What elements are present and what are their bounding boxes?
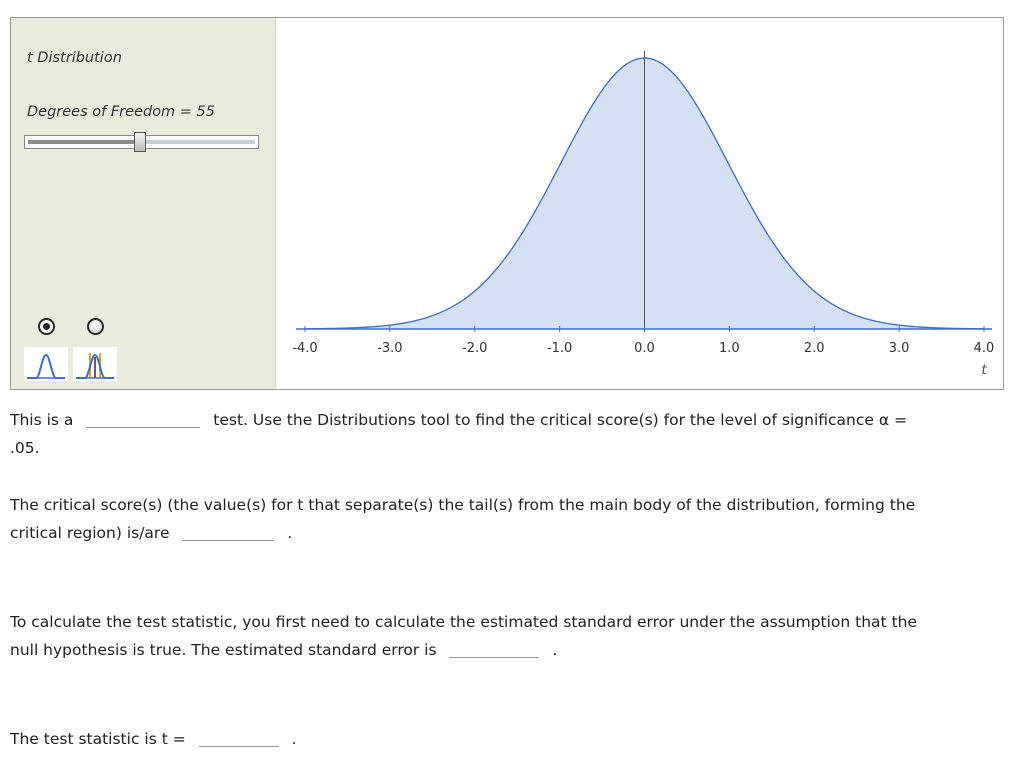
radio-critical-region[interactable] [87,318,104,335]
q1-line-2: .05. [10,439,40,457]
radio-single-curve[interactable] [38,318,55,335]
critical-score-answer-blank[interactable] [182,522,275,541]
x-tick-label: 1.0 [719,341,740,356]
x-tick-label: -4.0 [292,341,317,356]
critical-region-curve-icon[interactable] [73,347,117,381]
degrees-of-freedom-label: Degrees of Freedom = 55 [27,104,216,120]
x-tick-label: -2.0 [462,341,487,356]
question-4: The test statistic is t = . [10,725,297,753]
standard-error-answer-blank[interactable] [449,639,540,658]
q4-text: The test statistic is t = [10,730,186,748]
distributions-tool: t Distribution Degrees of Freedom = 55 -… [10,17,1004,390]
x-tick-label: -3.0 [377,341,402,356]
q3-period: . [552,641,558,659]
t-distribution-chart: -4.0 -3.0 -2.0 -1.0 0.0 1.0 2.0 3.0 4.0 t [292,51,994,378]
radio-selected-dot [43,323,50,330]
x-tick-label: 3.0 [889,341,910,356]
q2-period: . [287,524,293,542]
slider-track-rest [140,140,255,144]
question-2: The critical score(s) (the value(s) for … [10,496,916,514]
panel-title: t Distribution [27,50,122,66]
x-axis-label: t [981,363,987,378]
q1-text-after: test. Use the Distributions tool to find… [213,411,907,429]
q1-text-before: This is a [10,411,74,429]
x-tick-label: 0.0 [634,341,655,356]
x-tick-label: -1.0 [547,341,572,356]
x-tick-label: 2.0 [804,341,825,356]
question-3: To calculate the test statistic, you fir… [10,613,917,631]
control-panel: t Distribution Degrees of Freedom = 55 [11,18,276,389]
question-1: This is a test. Use the Distributions to… [10,406,907,434]
slider-track-fill [28,140,141,144]
question-3-line-2: null hypothesis is true. The estimated s… [10,636,557,664]
x-axis-tick-labels: -4.0 -3.0 -2.0 -1.0 0.0 1.0 2.0 3.0 4.0 [292,341,994,356]
slider-thumb[interactable] [134,132,147,152]
q4-period: . [291,730,297,748]
q3-text: null hypothesis is true. The estimated s… [10,641,437,659]
degrees-of-freedom-slider[interactable] [24,132,259,152]
test-statistic-answer-blank[interactable] [198,728,279,747]
bell-curve-icon[interactable] [24,347,68,381]
x-tick-label: 4.0 [974,341,995,356]
question-2-line-2: critical region) is/are . [10,519,292,547]
test-type-answer-blank[interactable] [86,409,201,428]
q2-text: critical region) is/are [10,524,170,542]
